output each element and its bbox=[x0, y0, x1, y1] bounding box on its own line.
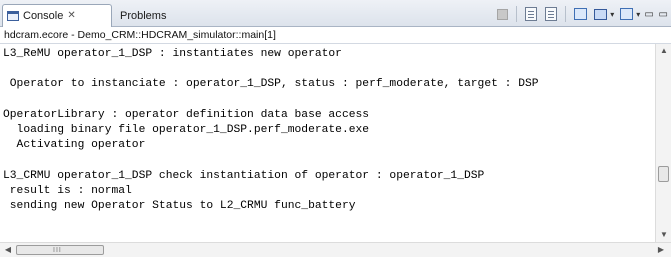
console-view: Console ✕ Problems ▾ ▾ ▭ ▭ hdcram.ecore … bbox=[0, 0, 671, 257]
console-output[interactable]: L3_ReMU operator_1_DSP : instantiates ne… bbox=[0, 44, 655, 242]
horizontal-scroll-thumb[interactable]: III bbox=[16, 245, 104, 255]
doc-icon bbox=[525, 7, 538, 21]
horizontal-scrollbar[interactable]: ◀ III ▶ bbox=[0, 242, 671, 257]
tab-console[interactable]: Console ✕ bbox=[2, 4, 112, 27]
toolbar-divider bbox=[516, 6, 518, 22]
console-line: Activating operator bbox=[3, 139, 146, 151]
tab-console-label: Console bbox=[23, 10, 64, 22]
chevron-down-icon[interactable]: ▾ bbox=[610, 10, 614, 19]
scroll-left-arrow[interactable]: ◀ bbox=[1, 243, 15, 257]
clear-console-button[interactable] bbox=[523, 6, 539, 22]
scroll-right-arrow[interactable]: ▶ bbox=[654, 243, 668, 257]
console-line: OperatorLibrary : operator definition da… bbox=[3, 109, 370, 121]
open-console-icon bbox=[619, 8, 633, 20]
grip-icon: III bbox=[53, 247, 62, 254]
console-line: L3_ReMU operator_1_DSP : instantiates ne… bbox=[3, 48, 342, 60]
tab-problems-label: Problems bbox=[120, 9, 167, 22]
scroll-lock-icon bbox=[545, 7, 558, 21]
tab-problems[interactable]: Problems bbox=[116, 4, 176, 27]
console-description: hdcram.ecore - Demo_CRM::HDCRAM_simulato… bbox=[0, 27, 671, 44]
console-icon bbox=[7, 11, 19, 21]
console-line: L3_CRMU operator_1_DSP check instantiati… bbox=[3, 170, 485, 182]
console-line: loading binary file operator_1_DSP.perf_… bbox=[3, 124, 370, 136]
display-selected-console-button[interactable] bbox=[592, 6, 608, 22]
minimize-icon[interactable]: ▭ ▭ bbox=[644, 9, 669, 20]
console-line: Operator to instanciate : operator_1_DSP… bbox=[3, 78, 539, 90]
pin-console-button[interactable] bbox=[572, 6, 588, 22]
view-tab-bar: Console ✕ Problems ▾ ▾ ▭ ▭ bbox=[0, 0, 671, 27]
open-console-button[interactable] bbox=[618, 6, 634, 22]
vertical-scroll-thumb[interactable] bbox=[658, 166, 669, 182]
stop-icon bbox=[496, 8, 508, 20]
toolbar-divider bbox=[565, 6, 567, 22]
terminate-button[interactable] bbox=[494, 6, 510, 22]
console-toolbar: ▾ ▾ ▭ ▭ bbox=[494, 4, 671, 24]
console-line: result is : normal bbox=[3, 185, 132, 197]
scroll-down-arrow[interactable]: ▼ bbox=[656, 228, 671, 242]
console-line: sending new Operator Status to L2_CRMU f… bbox=[3, 200, 356, 212]
chevron-down-icon[interactable]: ▾ bbox=[636, 10, 640, 19]
close-icon[interactable]: ✕ bbox=[67, 11, 75, 21]
vertical-scrollbar[interactable]: ▲ ▼ bbox=[655, 44, 671, 242]
scroll-lock-button[interactable] bbox=[543, 6, 559, 22]
monitor-icon bbox=[593, 8, 607, 20]
pin-icon bbox=[573, 8, 587, 20]
scroll-up-arrow[interactable]: ▲ bbox=[656, 44, 671, 58]
